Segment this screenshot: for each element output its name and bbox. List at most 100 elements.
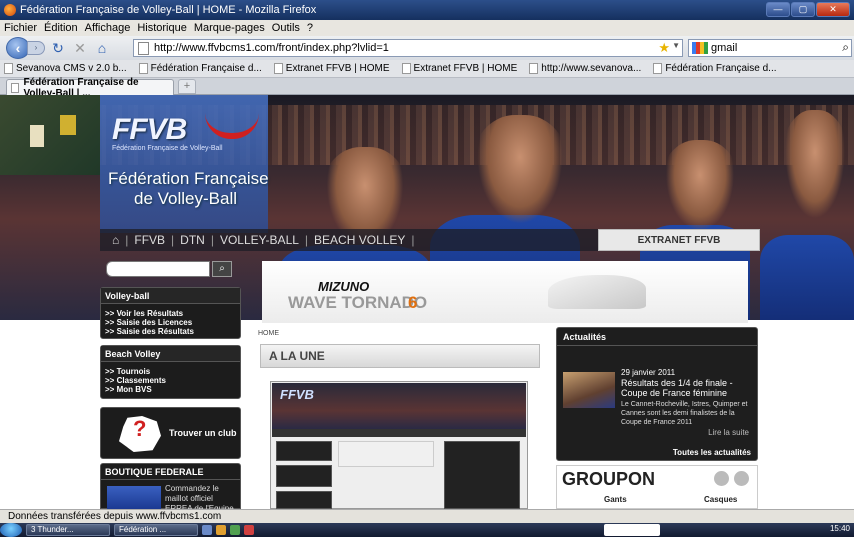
quicklaunch-icon[interactable] (230, 525, 240, 535)
bookmark-star-icon[interactable]: ★ (658, 40, 670, 56)
thumbnail-box (444, 441, 520, 509)
player-figure (470, 115, 570, 235)
link-saisie-resultats[interactable]: >> Saisie des Résultats (101, 327, 240, 336)
prev-arrow-icon[interactable] (714, 471, 729, 486)
find-club-box[interactable]: ? Trouver un club (100, 407, 241, 459)
news-headline[interactable]: Résultats des 1/4 de finale - Coupe de F… (621, 378, 755, 398)
minimize-button[interactable]: — (766, 2, 790, 17)
reload-icon[interactable]: ↻ (49, 40, 67, 57)
menu-edition[interactable]: Édition (44, 22, 78, 34)
menu-affichage[interactable]: Affichage (85, 22, 131, 34)
news-image[interactable] (563, 372, 615, 408)
quicklaunch-icon[interactable] (216, 525, 226, 535)
actualites-box: Actualités 29 janvier 2011 Résultats des… (556, 327, 758, 461)
start-button[interactable] (0, 523, 22, 537)
search-input[interactable]: gmail (711, 42, 737, 54)
menu-outils[interactable]: Outils (272, 22, 300, 34)
shoe-image (548, 275, 646, 309)
groupon-item[interactable]: Casques (704, 495, 737, 504)
status-bar: Données transférées depuis www.ffvbcms1.… (0, 509, 854, 523)
site-search-input[interactable] (106, 261, 210, 277)
boutique-text[interactable]: Commandez le maillot officiel ERREA de l… (165, 484, 239, 509)
menu-historique[interactable]: Historique (137, 22, 187, 34)
forward-button[interactable]: › (27, 41, 45, 55)
site-search-button[interactable]: ⌕ (212, 261, 232, 277)
breadcrumb[interactable]: HOME (258, 330, 279, 337)
bookmark-item[interactable]: Fédération Française d... (138, 63, 270, 74)
taskbar-firefox[interactable]: Fédération ... (114, 524, 198, 536)
search-icon[interactable]: ⌕ (842, 40, 849, 55)
nav-separator: | (171, 233, 175, 247)
menu-marque-pages[interactable]: Marque-pages (194, 22, 265, 34)
page-icon (138, 63, 148, 74)
new-tab-button[interactable]: + (178, 79, 196, 94)
window-title: Fédération Française de Volley-Ball | HO… (20, 4, 317, 16)
link-saisie-licences[interactable]: >> Saisie des Licences (101, 318, 240, 327)
nav-ffvb[interactable]: FFVB (134, 233, 165, 247)
url-dropdown-icon[interactable]: ▼ (672, 41, 680, 50)
site-name-line1: Fédération Française (108, 169, 269, 188)
link-classements[interactable]: >> Classements (101, 376, 240, 385)
quicklaunch-icon[interactable] (202, 525, 212, 535)
page-icon (273, 63, 283, 74)
web-page: FFVB Fédération Française de Volley-Ball… (0, 95, 854, 509)
link-tournois[interactable]: >> Tournois (101, 367, 240, 376)
url-text: http://www.ffvbcms1.com/front/index.php?… (154, 42, 389, 54)
url-bar[interactable]: http://www.ffvbcms1.com/front/index.php?… (133, 39, 683, 57)
beach-volley-box: Beach Volley >> Tournois >> Classements … (100, 345, 241, 399)
bookmark-item[interactable]: Sevanova CMS v 2.0 b... (4, 63, 135, 74)
player-figure (780, 110, 850, 230)
menu-help[interactable]: ? (307, 22, 313, 34)
player-figure (660, 140, 740, 240)
page-icon (401, 63, 411, 74)
page-icon (138, 41, 149, 55)
bookmark-item[interactable]: Extranet FFVB | HOME (401, 63, 526, 74)
link-mon-bvs[interactable]: >> Mon BVS (101, 385, 240, 394)
link-voir-resultats[interactable]: >> Voir les Résultats (101, 309, 240, 318)
bookmark-label: Fédération Française d... (665, 63, 777, 74)
boutique-box: BOUTIQUE FEDERALE Commandez le maillot o… (100, 463, 241, 509)
flag-decoration (30, 125, 44, 147)
question-mark-icon: ? (133, 416, 147, 441)
menu-fichier[interactable]: Fichier (4, 22, 37, 34)
ad-product: WAVE TORNADO (288, 293, 428, 312)
home-icon[interactable]: ⌂ (112, 233, 119, 247)
bookmark-item[interactable]: Extranet FFVB | HOME (273, 63, 398, 74)
next-arrow-icon[interactable] (734, 471, 749, 486)
news-description: Le Cannet-Rocheville, Istres, Quimper et… (621, 401, 748, 426)
site-search: ⌕ (106, 261, 232, 277)
nav-volley-ball[interactable]: VOLLEY-BALL (220, 233, 299, 247)
window-titlebar: Fédération Française de Volley-Ball | HO… (0, 0, 854, 20)
search-box[interactable]: gmail ⌕ (688, 39, 852, 57)
tab-active[interactable]: Fédération Française de Volley-Ball | ..… (6, 77, 174, 99)
volley-ball-box: Volley-ball >> Voir les Résultats >> Sai… (100, 287, 241, 339)
firefox-icon (4, 4, 16, 16)
home-icon[interactable]: ⌂ (93, 40, 111, 56)
news-date: 29 janvier 2011 (621, 368, 676, 377)
thumbnail-logo: FFVB (280, 387, 314, 402)
player-jersey (760, 235, 854, 320)
boutique-title: BOUTIQUE FEDERALE (101, 464, 240, 480)
read-more-link[interactable]: Lire la suite (708, 428, 749, 437)
taskbar-thunderbird[interactable]: 3 Thunder... (26, 524, 110, 536)
maximize-button[interactable]: ▢ (791, 2, 815, 17)
nero-icon[interactable] (604, 524, 660, 536)
site-name-line2: de Volley-Ball (134, 189, 238, 208)
extranet-button[interactable]: EXTRANET FFVB (598, 229, 760, 251)
tab-bar: Fédération Française de Volley-Ball | ..… (0, 77, 854, 99)
bookmark-item[interactable]: http://www.sevanova... (529, 63, 649, 74)
google-icon[interactable] (692, 42, 708, 54)
all-news-link[interactable]: Toutes les actualités (673, 448, 751, 457)
quicklaunch-icon[interactable] (244, 525, 254, 535)
stop-icon[interactable]: ✕ (71, 40, 89, 57)
groupon-logo: GROUPON (562, 469, 656, 489)
ffvb-logo[interactable]: FFVB (112, 113, 187, 147)
nav-beach-volley[interactable]: BEACH VOLLEY (314, 233, 405, 247)
flags-area (0, 95, 100, 175)
nav-dtn[interactable]: DTN (180, 233, 205, 247)
groupon-item[interactable]: Gants (604, 495, 627, 504)
bookmark-item[interactable]: Fédération Française d... (653, 63, 784, 74)
close-button[interactable]: ✕ (816, 2, 850, 17)
jersey-image[interactable] (107, 486, 161, 509)
nav-separator: | (210, 233, 214, 247)
